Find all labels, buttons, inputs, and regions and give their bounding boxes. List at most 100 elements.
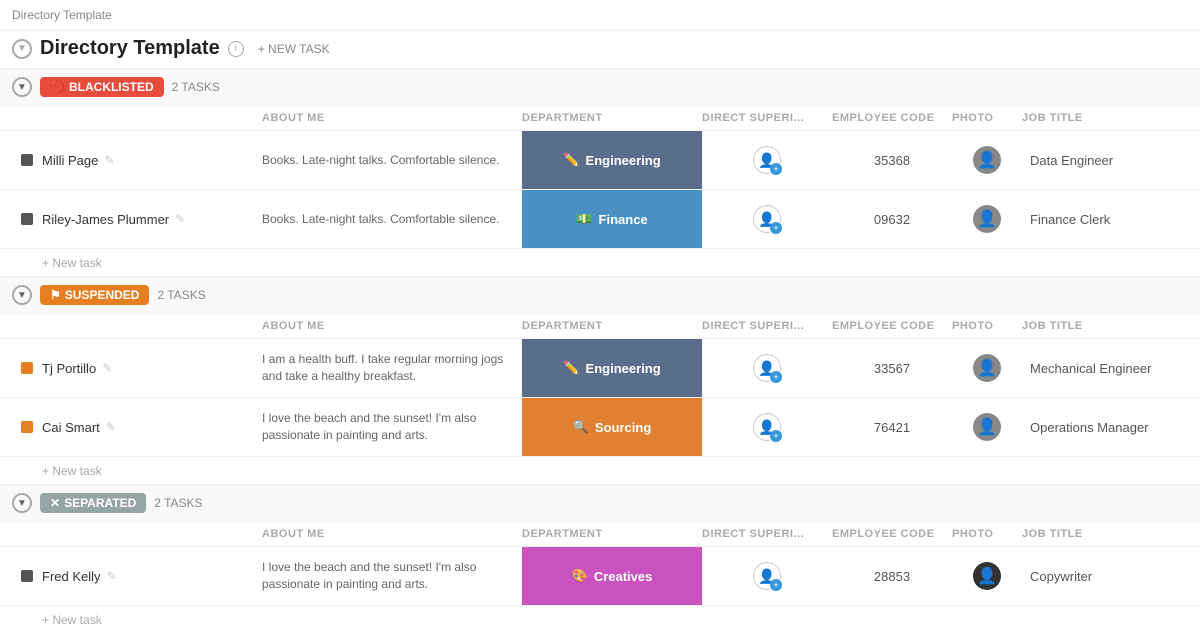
badge-label-suspended: SUSPENDED bbox=[65, 288, 140, 302]
col-headers-blacklisted: ABOUT ME DEPARTMENT DIRECT SUPERI... EMP… bbox=[0, 106, 1200, 131]
row-checkbox[interactable] bbox=[21, 570, 33, 582]
department-badge: 🔍 Sourcing bbox=[522, 398, 702, 456]
section-toggle-separated[interactable]: ▼ bbox=[12, 493, 32, 513]
department-cell: 💵 Finance bbox=[522, 190, 702, 248]
section-header-suspended: ▼ ⚑ SUSPENDED 2 TASKS bbox=[0, 276, 1200, 314]
supervisor-avatar[interactable]: 👤 + bbox=[753, 562, 781, 590]
photo-avatar: 👤 bbox=[973, 146, 1001, 174]
employee-code-cell: 33567 bbox=[832, 361, 952, 376]
about-cell: I love the beach and the sunset! I'm als… bbox=[262, 410, 522, 444]
add-task-link[interactable]: + New task bbox=[42, 464, 102, 478]
job-title-cell: Operations Manager bbox=[1022, 420, 1182, 435]
job-title-cell: Mechanical Engineer bbox=[1022, 361, 1182, 376]
row-checkbox[interactable] bbox=[21, 154, 33, 166]
avatar-icon: 👤 bbox=[977, 358, 997, 378]
badge-label-separated: SEPARATED bbox=[64, 496, 136, 510]
photo-cell: 👤 bbox=[952, 562, 1022, 590]
supervisor-add-icon[interactable]: + bbox=[770, 579, 782, 591]
supervisor-avatar[interactable]: 👤 + bbox=[753, 354, 781, 382]
supervisor-add-icon[interactable]: + bbox=[770, 430, 782, 442]
badge-icon-blacklisted: 🚫 bbox=[50, 80, 65, 94]
add-task-row-suspended: + New task bbox=[0, 457, 1200, 484]
about-cell: I am a health buff. I take regular morni… bbox=[262, 351, 522, 385]
col-jobtitle: JOB TITLE bbox=[1022, 112, 1182, 124]
job-title-cell: Copywriter bbox=[1022, 569, 1182, 584]
department-cell: ✏️ Engineering bbox=[522, 131, 702, 189]
new-task-button[interactable]: + NEW TASK bbox=[252, 40, 336, 58]
row-check-cell bbox=[12, 570, 42, 582]
edit-icon[interactable]: ✎ bbox=[107, 569, 117, 583]
edit-icon[interactable]: ✎ bbox=[102, 361, 112, 375]
add-task-link[interactable]: + New task bbox=[42, 613, 102, 627]
dept-label: Engineering bbox=[586, 153, 661, 168]
add-task-row-separated: + New task bbox=[0, 606, 1200, 633]
breadcrumb: Directory Template bbox=[12, 8, 112, 22]
supervisor-cell: 👤 + bbox=[702, 205, 832, 233]
supervisor-add-icon[interactable]: + bbox=[770, 371, 782, 383]
name-cell: Cai Smart ✎ bbox=[42, 420, 262, 435]
edit-icon[interactable]: ✎ bbox=[175, 212, 185, 226]
name-cell: Riley-James Plummer ✎ bbox=[42, 212, 262, 227]
dept-label: Engineering bbox=[586, 361, 661, 376]
tasks-count-blacklisted: 2 TASKS bbox=[172, 80, 220, 94]
row-checkbox[interactable] bbox=[21, 421, 33, 433]
col-department: DEPARTMENT bbox=[522, 112, 702, 124]
row-check-cell bbox=[12, 362, 42, 374]
department-cell: 🔍 Sourcing bbox=[522, 398, 702, 456]
supervisor-cell: 👤 + bbox=[702, 354, 832, 382]
dept-icon: 💵 bbox=[576, 211, 592, 227]
col-empcode: EMPLOYEE CODE bbox=[832, 320, 952, 332]
section-toggle-blacklisted[interactable]: ▼ bbox=[12, 77, 32, 97]
edit-icon[interactable]: ✎ bbox=[104, 153, 114, 167]
table-row: Riley-James Plummer ✎ Books. Late-night … bbox=[0, 190, 1200, 249]
section-toggle-suspended[interactable]: ▼ bbox=[12, 285, 32, 305]
supervisor-add-icon[interactable]: + bbox=[770, 163, 782, 175]
photo-cell: 👤 bbox=[952, 354, 1022, 382]
photo-cell: 👤 bbox=[952, 205, 1022, 233]
avatar-icon: 👤 bbox=[977, 209, 997, 229]
supervisor-avatar[interactable]: 👤 + bbox=[753, 205, 781, 233]
employee-name: Fred Kelly bbox=[42, 569, 101, 584]
dept-label: Finance bbox=[599, 212, 648, 227]
employee-code-cell: 76421 bbox=[832, 420, 952, 435]
row-checkbox[interactable] bbox=[21, 362, 33, 374]
col-department: DEPARTMENT bbox=[522, 528, 702, 540]
name-cell: Fred Kelly ✎ bbox=[42, 569, 262, 584]
department-badge: ✏️ Engineering bbox=[522, 339, 702, 397]
col-photo: PHOTO bbox=[952, 528, 1022, 540]
badge-label-blacklisted: BLACKLISTED bbox=[69, 80, 154, 94]
add-task-link[interactable]: + New task bbox=[42, 256, 102, 270]
employee-code-cell: 28853 bbox=[832, 569, 952, 584]
table-row: Fred Kelly ✎ I love the beach and the su… bbox=[0, 547, 1200, 606]
supervisor-avatar[interactable]: 👤 + bbox=[753, 413, 781, 441]
employee-code-cell: 09632 bbox=[832, 212, 952, 227]
col-headers-suspended: ABOUT ME DEPARTMENT DIRECT SUPERI... EMP… bbox=[0, 314, 1200, 339]
photo-cell: 👤 bbox=[952, 146, 1022, 174]
employee-name: Tj Portillo bbox=[42, 361, 96, 376]
department-badge: 💵 Finance bbox=[522, 190, 702, 248]
table-row: Cai Smart ✎ I love the beach and the sun… bbox=[0, 398, 1200, 457]
info-icon[interactable]: i bbox=[228, 41, 244, 57]
dept-icon: ✏️ bbox=[563, 152, 579, 168]
photo-avatar: 👤 bbox=[973, 354, 1001, 382]
supervisor-avatar[interactable]: 👤 + bbox=[753, 146, 781, 174]
name-cell: Milli Page ✎ bbox=[42, 153, 262, 168]
department-cell: ✏️ Engineering bbox=[522, 339, 702, 397]
supervisor-add-icon[interactable]: + bbox=[770, 222, 782, 234]
department-badge: 🎨 Creatives bbox=[522, 547, 702, 605]
sections-container: ▼ 🚫 BLACKLISTED 2 TASKS ABOUT ME DEPARTM… bbox=[0, 68, 1200, 633]
employee-name: Cai Smart bbox=[42, 420, 100, 435]
row-checkbox[interactable] bbox=[21, 213, 33, 225]
photo-avatar: 👤 bbox=[973, 562, 1001, 590]
edit-icon[interactable]: ✎ bbox=[106, 420, 116, 434]
tasks-count-separated: 2 TASKS bbox=[154, 496, 202, 510]
col-photo: PHOTO bbox=[952, 112, 1022, 124]
job-title-cell: Data Engineer bbox=[1022, 153, 1182, 168]
photo-avatar: 👤 bbox=[973, 413, 1001, 441]
name-cell: Tj Portillo ✎ bbox=[42, 361, 262, 376]
status-badge-separated: ✕ SEPARATED bbox=[40, 493, 146, 513]
job-title-cell: Finance Clerk bbox=[1022, 212, 1182, 227]
about-cell: Books. Late-night talks. Comfortable sil… bbox=[262, 152, 522, 169]
dept-icon: 🔍 bbox=[573, 419, 589, 435]
collapse-icon[interactable]: ▼ bbox=[12, 39, 32, 59]
